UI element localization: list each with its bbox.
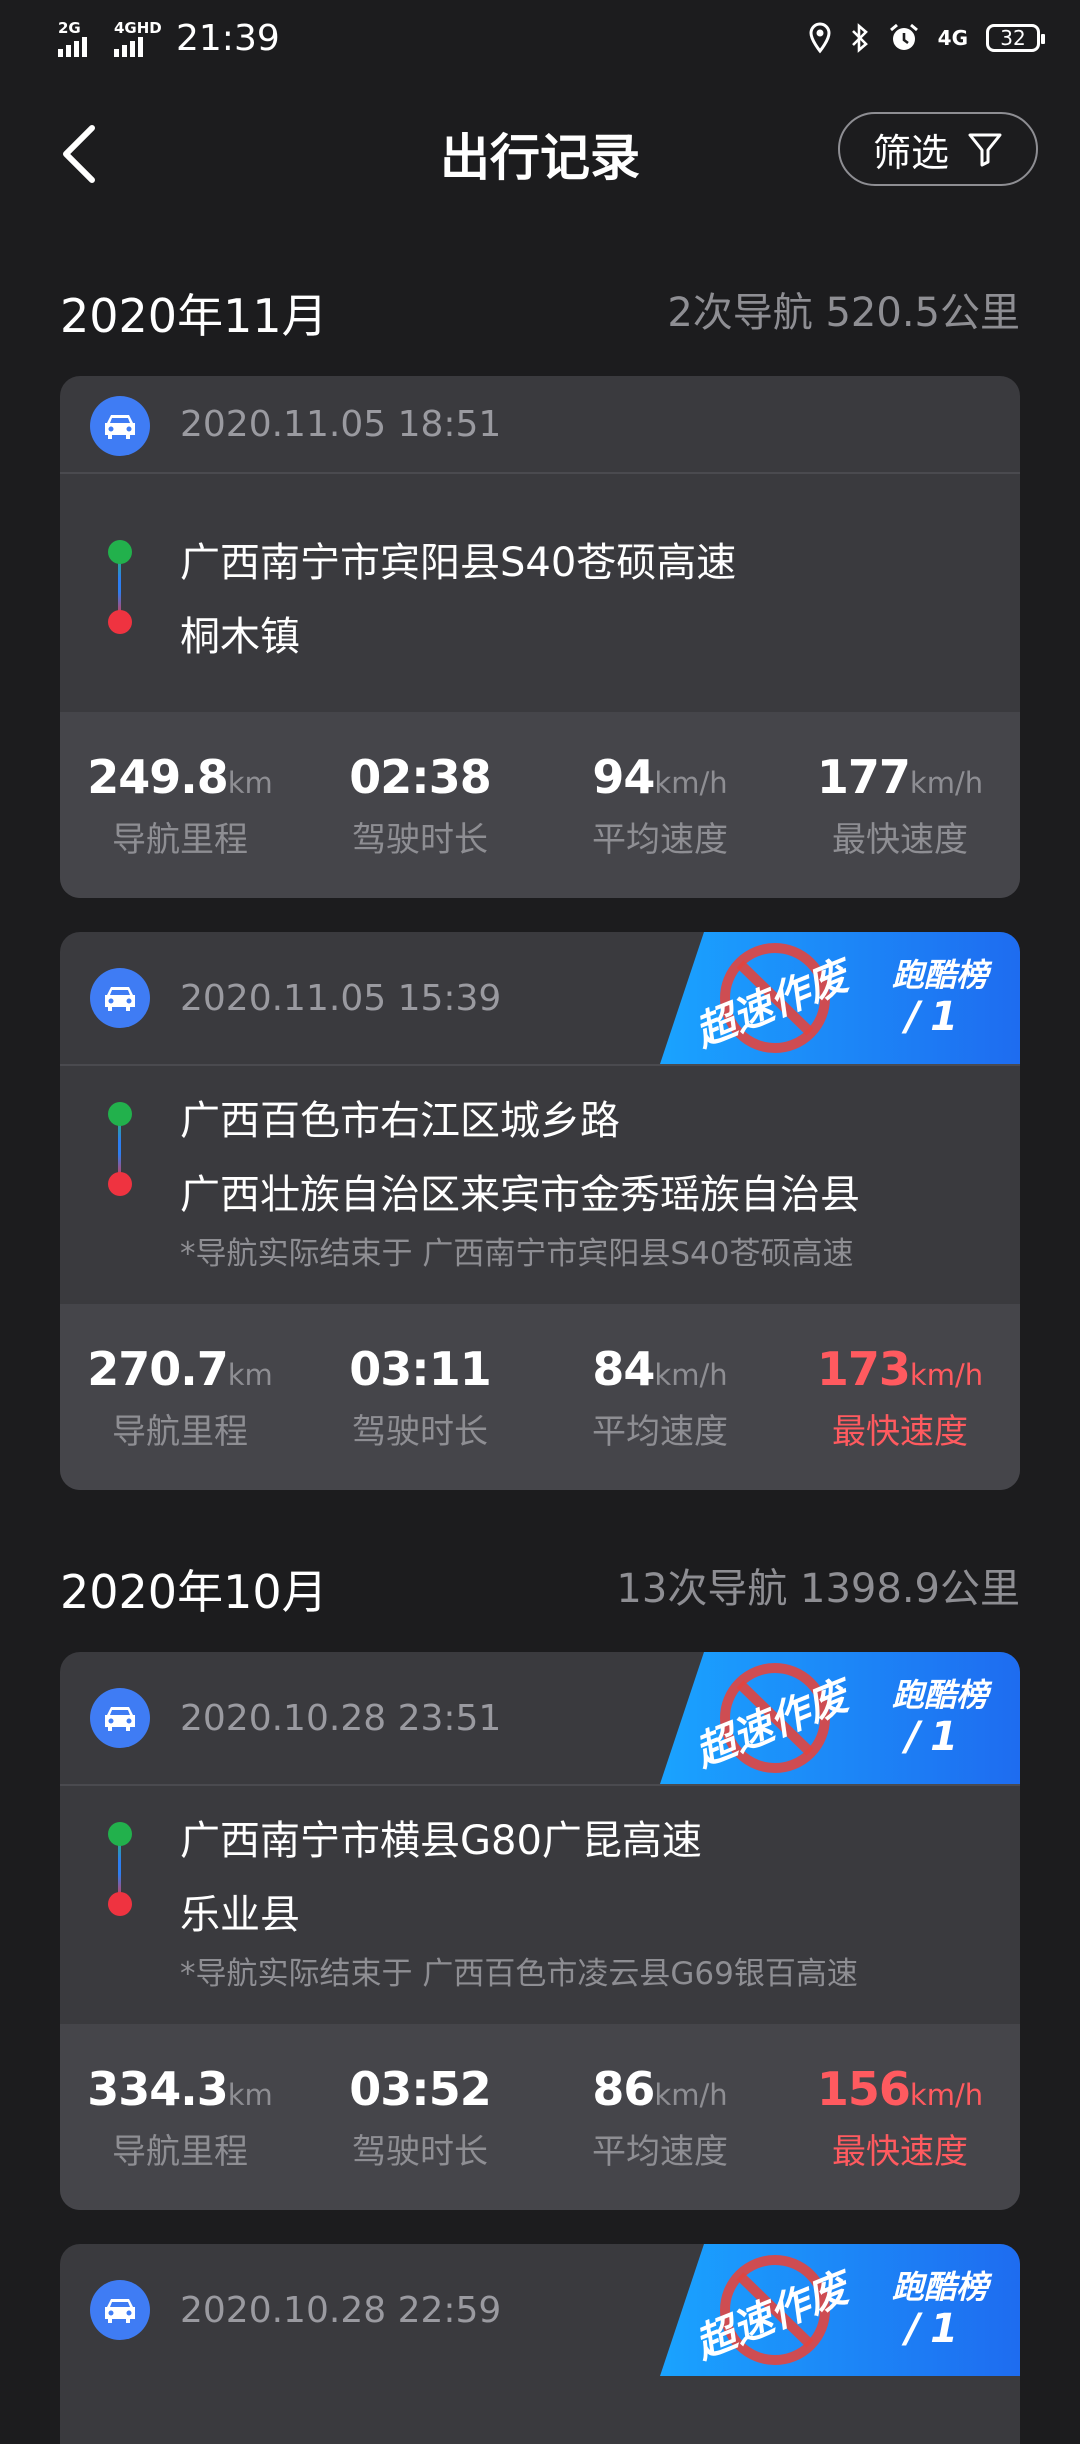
end-place: 桐木镇 bbox=[180, 614, 300, 660]
filter-label: 筛选 bbox=[872, 130, 949, 175]
rank-value: 1 bbox=[930, 994, 958, 1040]
stat-duration: 02:38 驾驶时长 bbox=[349, 750, 491, 860]
stat-distance: 270.7km 导航里程 bbox=[87, 1342, 273, 1452]
filter-icon bbox=[968, 133, 1002, 167]
stat-max-speed: 156km/h 最快速度 bbox=[816, 2062, 984, 2172]
end-dot-icon bbox=[108, 610, 132, 634]
stat-distance: 249.8km 导航里程 bbox=[87, 750, 273, 860]
alarm-icon bbox=[889, 23, 918, 50]
end-place: 广西壮族自治区来宾市金秀瑶族自治县 bbox=[180, 1172, 860, 1218]
leaderboard-label: 跑酷榜 bbox=[891, 1676, 988, 1714]
filter-button[interactable]: 筛选 bbox=[838, 112, 1038, 186]
car-icon bbox=[90, 396, 150, 456]
stat-distance: 334.3km 导航里程 bbox=[87, 2062, 273, 2172]
trip-card[interactable]: 2020.10.28 22:59 超速作废 跑酷榜 / 1 bbox=[60, 2244, 1020, 2444]
stat-duration: 03:52 驾驶时长 bbox=[349, 2062, 491, 2172]
leaderboard-label: 跑酷榜 bbox=[891, 2268, 988, 2306]
trip-datetime: 2020.10.28 23:51 bbox=[180, 1698, 502, 1739]
month-title: 2020年11月 bbox=[60, 289, 328, 343]
trip-datetime: 2020.11.05 15:39 bbox=[180, 978, 502, 1019]
start-dot-icon bbox=[108, 540, 132, 564]
leaderboard-badge[interactable]: 超速作废 跑酷榜 / 1 bbox=[660, 1652, 1020, 1784]
trip-card[interactable]: 2020.11.05 18:51 广西南宁市宾阳县S40苍硕高速 桐木镇 249… bbox=[60, 376, 1020, 898]
leaderboard-badge[interactable]: 超速作废 跑酷榜 / 1 bbox=[660, 2244, 1020, 2376]
rank-sep: / bbox=[905, 2306, 920, 2352]
status-bar: 2G 4GHD 21:39 4G 32 bbox=[0, 0, 1080, 86]
trip-datetime: 2020.10.28 22:59 bbox=[180, 2290, 502, 2331]
trip-stats: 270.7km 导航里程 03:11 驾驶时长 84km/h 平均速度 173k… bbox=[60, 1304, 1020, 1490]
trip-stats: 334.3km 导航里程 03:52 驾驶时长 86km/h 平均速度 156k… bbox=[60, 2024, 1020, 2210]
stat-avg-speed: 94km/h 平均速度 bbox=[592, 750, 728, 860]
trip-card[interactable]: 2020.10.28 23:51 超速作废 跑酷榜 / 1 广西南宁市横县G80… bbox=[60, 1652, 1020, 2210]
rank-sep: / bbox=[905, 1714, 920, 1760]
trip-end-note: *导航实际结束于 广西百色市凌云县G69银百高速 bbox=[180, 1956, 858, 1992]
stat-max-speed: 177km/h 最快速度 bbox=[816, 750, 984, 860]
trip-end-note: *导航实际结束于 广西南宁市宾阳县S40苍硕高速 bbox=[180, 1236, 854, 1272]
end-place: 乐业县 bbox=[180, 1892, 300, 1938]
car-icon bbox=[90, 1688, 150, 1748]
stat-avg-speed: 84km/h 平均速度 bbox=[592, 1342, 728, 1452]
month-summary: 2次导航 520.5公里 bbox=[667, 290, 1020, 336]
month-header: 2020年11月 2次导航 520.5公里 bbox=[60, 280, 1020, 350]
header: 出行记录 筛选 bbox=[0, 104, 1080, 204]
start-dot-icon bbox=[108, 1822, 132, 1846]
location-icon bbox=[809, 22, 831, 54]
leaderboard-badge[interactable]: 超速作废 跑酷榜 / 1 bbox=[660, 932, 1020, 1064]
end-dot-icon bbox=[108, 1172, 132, 1196]
trip-datetime: 2020.11.05 18:51 bbox=[180, 404, 502, 445]
car-icon bbox=[90, 968, 150, 1028]
end-dot-icon bbox=[108, 1892, 132, 1916]
signal-icon-2: 4GHD bbox=[114, 19, 162, 59]
bluetooth-icon bbox=[851, 23, 868, 53]
rank-value: 1 bbox=[930, 1714, 958, 1760]
month-summary: 13次导航 1398.9公里 bbox=[616, 1566, 1020, 1612]
stat-max-speed: 173km/h 最快速度 bbox=[816, 1342, 984, 1452]
car-icon bbox=[90, 2280, 150, 2340]
rank-sep: / bbox=[905, 994, 920, 1040]
status-time: 21:39 bbox=[176, 18, 280, 59]
signal-icon: 2G bbox=[58, 19, 104, 59]
month-header: 2020年10月 13次导航 1398.9公里 bbox=[60, 1556, 1020, 1626]
start-place: 广西南宁市横县G80广昆高速 bbox=[180, 1818, 702, 1864]
stat-avg-speed: 86km/h 平均速度 bbox=[592, 2062, 728, 2172]
trip-stats: 249.8km 导航里程 02:38 驾驶时长 94km/h 平均速度 177k… bbox=[60, 712, 1020, 898]
start-place: 广西南宁市宾阳县S40苍硕高速 bbox=[180, 540, 737, 586]
month-title: 2020年10月 bbox=[60, 1565, 328, 1619]
battery-icon: 32 bbox=[986, 24, 1045, 52]
start-place: 广西百色市右江区城乡路 bbox=[180, 1098, 620, 1144]
rank-value: 1 bbox=[930, 2306, 958, 2352]
stat-duration: 03:11 驾驶时长 bbox=[349, 1342, 491, 1452]
network-4g-icon: 4G bbox=[937, 26, 968, 50]
leaderboard-label: 跑酷榜 bbox=[891, 956, 988, 994]
start-dot-icon bbox=[108, 1102, 132, 1126]
trip-card[interactable]: 2020.11.05 15:39 超速作废 跑酷榜 / 1 广西百色市右江区城乡… bbox=[60, 932, 1020, 1490]
